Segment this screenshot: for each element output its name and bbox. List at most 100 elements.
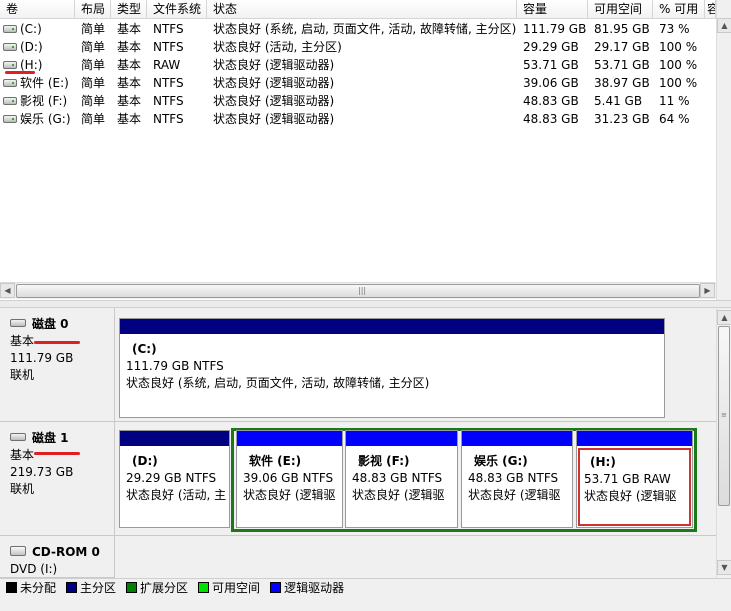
primary-partition-bar [120, 319, 664, 334]
primary-partition-bar [120, 431, 229, 446]
cell-volume: (C:) [0, 20, 75, 38]
cell-type: 基本 [117, 94, 142, 108]
column-header-percent-free[interactable]: % 可用 [653, 0, 705, 19]
cell-volume: 娱乐 (G:) [0, 110, 75, 128]
table-row[interactable]: 影视 (F:) 简单 基本 NTFS 状态良好 (逻辑驱动器) 48.83 GB 5.41 … [0, 92, 716, 110]
disk-1-state: 联机 [10, 482, 35, 496]
hard-disk-icon [10, 432, 26, 441]
cell-status: 状态良好 (逻辑驱动器) [213, 76, 335, 90]
legend-swatch [66, 582, 78, 593]
partition-d[interactable]: (D:) 29.29 GB NTFS 状态良好 (活动, 主 [119, 430, 230, 528]
disk-1-title: 磁盘 1 [32, 431, 69, 445]
scroll-down-arrow-icon[interactable]: ▼ [717, 560, 731, 575]
cell-type: 基本 [117, 22, 142, 36]
volume-name: 影视 (F:) [20, 94, 68, 108]
column-header-status[interactable]: 状态 [207, 0, 517, 19]
disk-0-title: 磁盘 0 [32, 317, 69, 331]
legend-swatch [6, 582, 17, 593]
legend-label: 可用空间 [212, 581, 261, 595]
cell-status: 状态良好 (系统, 启动, 页面文件, 活动, 故障转储, 主分区) [213, 22, 517, 36]
partition-e-status: 状态良好 (逻辑驱 [243, 488, 336, 502]
partition-c[interactable]: (C:) 111.79 GB NTFS 状态良好 (系统, 启动, 页面文件, … [119, 318, 665, 418]
cdrom-0-label[interactable]: CD-ROM 0 DVD (I:) [0, 536, 115, 578]
legend-item: 未分配 [6, 579, 56, 597]
cell-capacity: 39.06 GB [523, 76, 579, 90]
cell-capacity: 111.79 GB [523, 22, 587, 36]
column-header-overflow[interactable]: 容 [705, 0, 716, 19]
disk-0-label[interactable]: 磁盘 0 基本 111.79 GB 联机 [0, 308, 115, 422]
disk-1-size: 219.73 GB [10, 465, 74, 479]
table-row[interactable]: (C:) 简单 基本 NTFS 状态良好 (系统, 启动, 页面文件, 活动, 故障转储… [0, 20, 716, 38]
scrollbar-thumb[interactable]: ≡ [718, 326, 730, 506]
cell-status: 状态良好 (逻辑驱动器) [213, 58, 335, 72]
scroll-up-arrow-icon[interactable]: ▲ [717, 18, 731, 33]
status-bar [0, 598, 731, 611]
partition-f[interactable]: 影视 (F:) 48.83 GB NTFS 状态良好 (逻辑驱 [345, 430, 458, 528]
partition-e[interactable]: 软件 (E:) 39.06 GB NTFS 状态良好 (逻辑驱 [236, 430, 343, 528]
cell-fs: NTFS [153, 22, 184, 36]
column-header-filesystem[interactable]: 文件系统 [147, 0, 207, 19]
column-header-capacity[interactable]: 容量 [517, 0, 588, 19]
table-row[interactable]: 软件 (E:) 简单 基本 NTFS 状态良好 (逻辑驱动器) 39.06 GB 38.97… [0, 74, 716, 92]
partition-e-name: 软件 (E:) [249, 454, 302, 468]
table-row[interactable]: 娱乐 (G:) 简单 基本 NTFS 状态良好 (逻辑驱动器) 48.83 GB 31.23… [0, 110, 716, 128]
partition-h[interactable]: (H:) 53.71 GB RAW 状态良好 (逻辑驱 [576, 430, 693, 528]
cdrom-0-drive: DVD (I:) [10, 562, 58, 576]
cell-status: 状态良好 (活动, 主分区) [213, 40, 342, 54]
cdrom-0-title: CD-ROM 0 [32, 545, 100, 559]
legend-item: 扩展分区 [126, 579, 188, 597]
disk-1-label[interactable]: 磁盘 1 基本 219.73 GB 联机 [0, 422, 115, 536]
column-header-type[interactable]: 类型 [111, 0, 147, 19]
legend-label: 未分配 [20, 581, 57, 595]
legend: 未分配 主分区 扩展分区 可用空间 逻辑驱动器 [0, 578, 731, 598]
scrollbar-thumb[interactable]: ||| [16, 284, 700, 298]
cell-type: 基本 [117, 76, 142, 90]
annotation-red-underline [34, 452, 80, 455]
scroll-up-arrow-icon[interactable]: ▲ [717, 310, 731, 325]
cell-layout: 简单 [81, 58, 106, 72]
cell-volume: 影视 (F:) [0, 92, 75, 110]
volume-name: (D:) [20, 40, 43, 54]
logical-drive-bar [577, 431, 692, 446]
column-header-volume[interactable]: 卷 [0, 0, 75, 19]
cell-type: 基本 [117, 58, 142, 72]
vertical-scrollbar-bottom[interactable]: ▲ ≡ ▼ [716, 308, 731, 578]
drive-icon [3, 78, 17, 87]
cell-pct: 100 % [659, 76, 698, 90]
annotation-red-underline [34, 341, 80, 344]
volume-name: 娱乐 (G:) [20, 112, 71, 126]
table-row[interactable]: (D:) 简单 基本 NTFS 状态良好 (活动, 主分区) 29.29 GB 29.17 … [0, 38, 716, 56]
table-row[interactable]: (H:) 简单 基本 RAW 状态良好 (逻辑驱动器) 53.71 GB 53.71 GB 1… [0, 56, 716, 74]
column-header-free[interactable]: 可用空间 [588, 0, 653, 19]
partition-d-size: 29.29 GB NTFS [126, 471, 217, 485]
drive-icon [3, 60, 17, 69]
logical-drive-bar [462, 431, 572, 446]
horizontal-scrollbar[interactable]: ◀ ||| ▶ [0, 282, 716, 299]
cell-fs: NTFS [153, 76, 184, 90]
legend-swatch [126, 582, 138, 593]
cell-fs: NTFS [153, 94, 184, 108]
partition-f-size: 48.83 GB NTFS [352, 471, 443, 485]
cell-fs: NTFS [153, 112, 184, 126]
cell-pct: 100 % [659, 40, 698, 54]
cell-fs: NTFS [153, 40, 184, 54]
column-header-layout[interactable]: 布局 [75, 0, 111, 19]
partition-g[interactable]: 娱乐 (G:) 48.83 GB NTFS 状态良好 (逻辑驱 [461, 430, 573, 528]
cell-capacity: 53.71 GB [523, 58, 579, 72]
cell-free: 81.95 GB [594, 22, 650, 36]
scroll-left-arrow-icon[interactable]: ◀ [0, 283, 15, 298]
partition-d-status: 状态良好 (活动, 主 [126, 488, 227, 502]
disk-map: 磁盘 0 基本 111.79 GB 联机 (C:) 111.79 GB NTFS… [0, 308, 716, 578]
annotation-red-box [578, 448, 691, 526]
cell-capacity: 29.29 GB [523, 40, 579, 54]
pane-splitter[interactable] [0, 300, 731, 308]
cell-layout: 简单 [81, 22, 106, 36]
volume-name: (C:) [20, 22, 42, 36]
scroll-right-arrow-icon[interactable]: ▶ [700, 283, 715, 298]
partition-g-name: 娱乐 (G:) [474, 454, 528, 468]
vertical-scrollbar-top[interactable]: ▲ [716, 0, 731, 300]
cell-status: 状态良好 (逻辑驱动器) [213, 112, 335, 126]
partition-e-size: 39.06 GB NTFS [243, 471, 334, 485]
disk-1-type: 基本 [10, 448, 35, 462]
drive-icon [3, 42, 17, 51]
